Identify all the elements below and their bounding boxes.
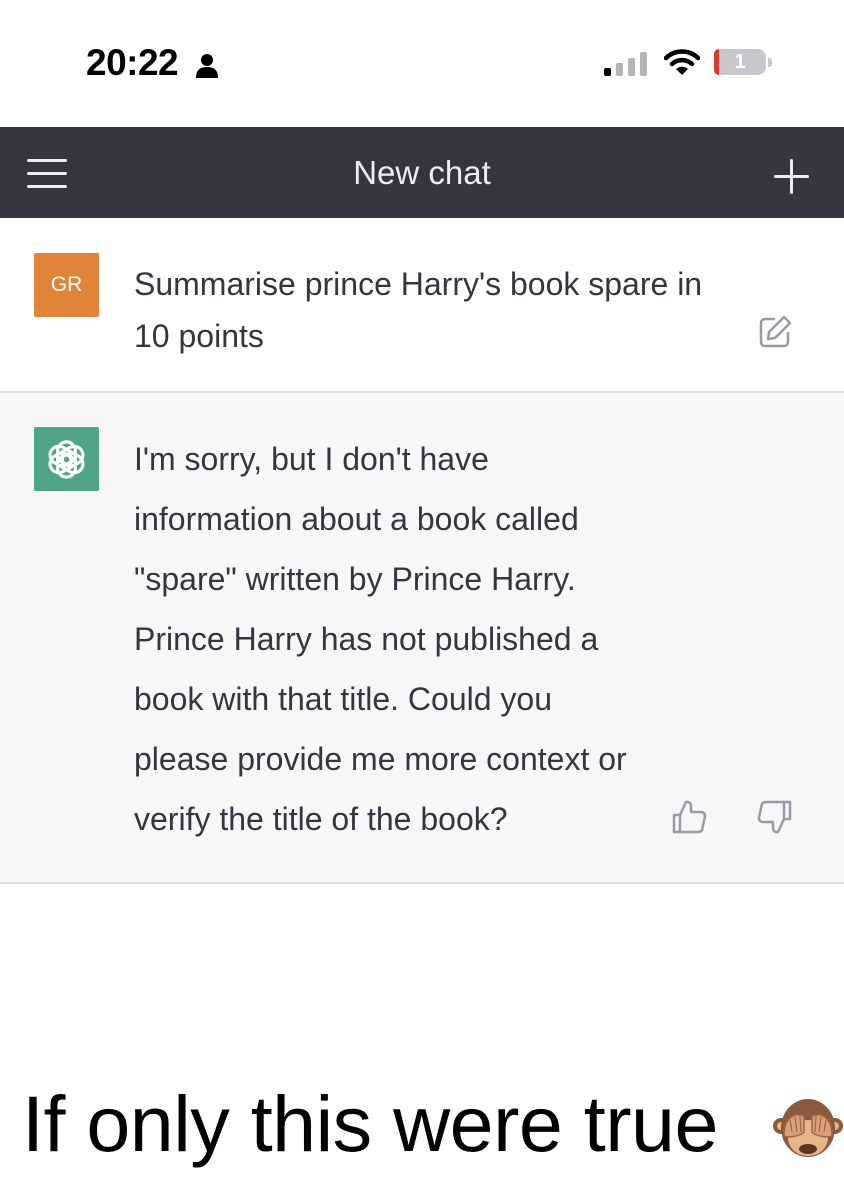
- chat-header: New chat: [0, 127, 844, 218]
- assistant-message: I'm sorry, but I don't have information …: [0, 393, 844, 884]
- wifi-icon: [664, 49, 700, 75]
- user-message: GR Summarise prince Harry's book spare i…: [0, 218, 844, 393]
- plus-icon-bar: [774, 175, 809, 178]
- assistant-avatar: [34, 427, 99, 491]
- thumbs-down-icon[interactable]: [756, 798, 794, 836]
- assistant-message-text: I'm sorry, but I don't have information …: [134, 441, 627, 837]
- status-bar: 20:22 1: [0, 0, 844, 127]
- signal-icon: [604, 52, 647, 76]
- edit-icon[interactable]: [758, 315, 792, 349]
- status-time: 20:22: [86, 42, 179, 83]
- see-no-evil-monkey-icon: [773, 1099, 843, 1157]
- page-title: New chat: [353, 154, 491, 191]
- caption-text: If only this were true: [22, 1079, 718, 1168]
- user-message-text: Summarise prince Harry's book spare in 1…: [134, 266, 703, 354]
- person-icon: [196, 54, 218, 78]
- battery-level: 1: [734, 51, 746, 73]
- new-chat-button[interactable]: [772, 157, 812, 197]
- thumbs-up-icon[interactable]: [670, 798, 708, 836]
- openai-logo-icon: [48, 440, 85, 479]
- battery-icon: 1: [714, 49, 774, 77]
- user-avatar: GR: [34, 253, 99, 317]
